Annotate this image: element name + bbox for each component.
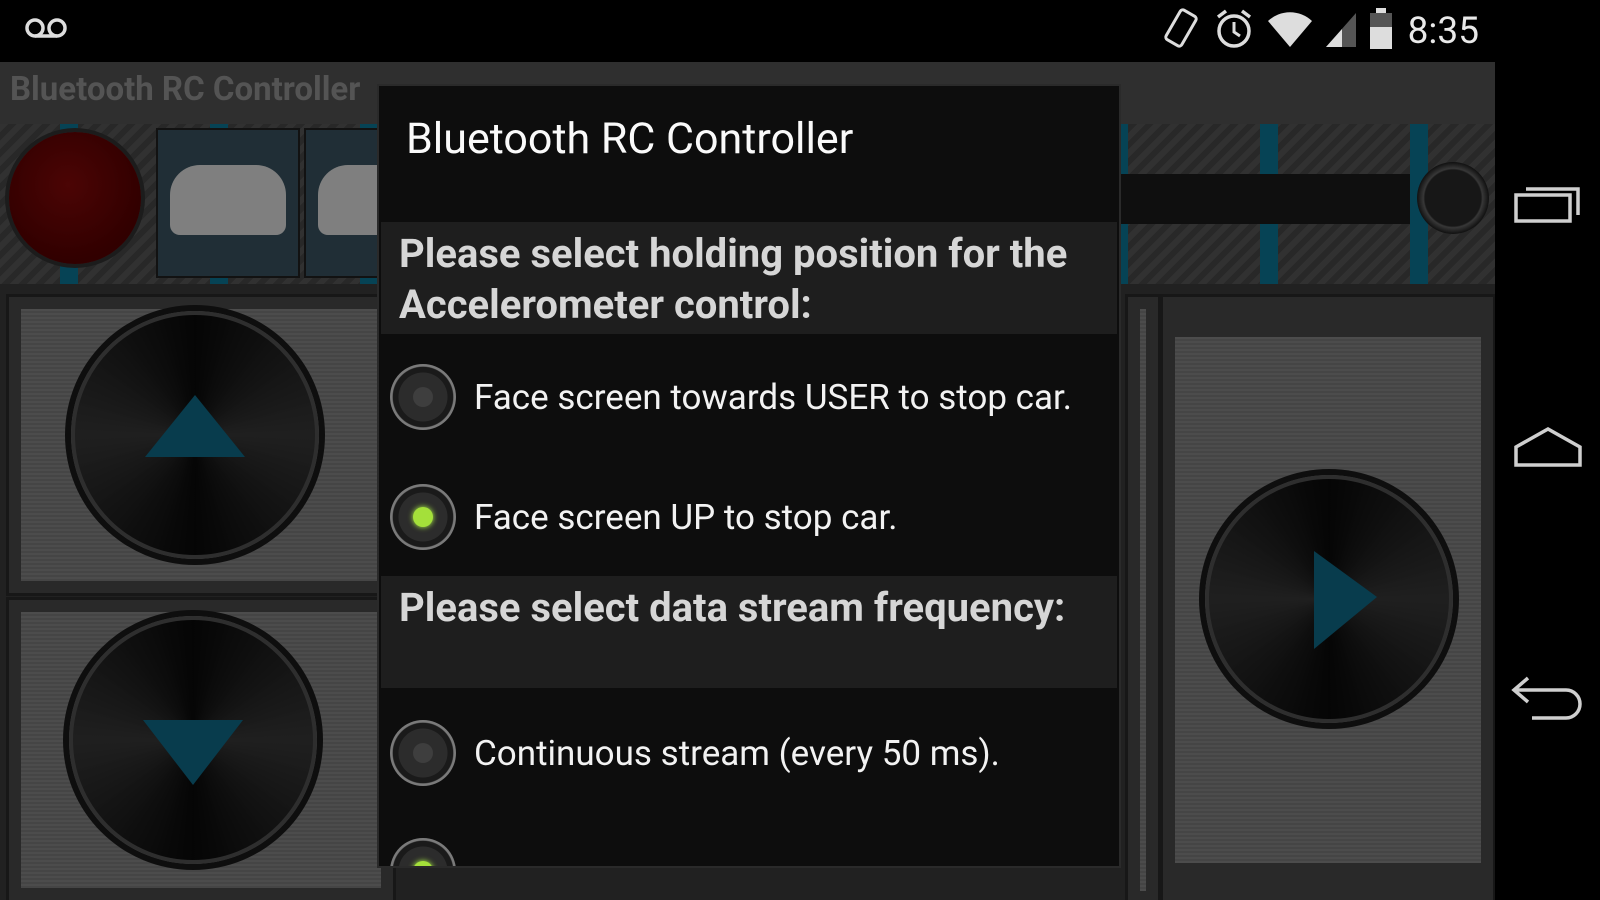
back-button[interactable]: [1495, 640, 1600, 750]
option-face-up[interactable]: Face screen UP to stop car.: [379, 464, 1119, 574]
option-label: Face screen towards USER to stop car.: [474, 377, 1073, 418]
holding-position-heading: Please select holding position for the A…: [381, 222, 1117, 334]
home-icon: [1513, 426, 1582, 467]
radio-continuous[interactable]: [390, 720, 456, 786]
voicemail-icon: [24, 14, 68, 46]
recent-apps-icon: [1513, 187, 1580, 223]
radio-face-up[interactable]: [390, 484, 456, 550]
recent-apps-button[interactable]: [1495, 148, 1600, 258]
option-label: Face screen UP to stop car.: [474, 497, 898, 538]
signal-icon: [1324, 9, 1358, 53]
radio-face-user[interactable]: [390, 364, 456, 430]
back-icon: [1510, 676, 1582, 720]
clock: 8:35: [1407, 9, 1479, 53]
dialog-title: Bluetooth RC Controller: [406, 114, 854, 164]
home-button[interactable]: [1495, 392, 1600, 502]
alarm-icon: [1212, 7, 1256, 55]
navigation-bar: [1495, 0, 1600, 900]
frequency-heading: Please select data stream frequency:: [381, 576, 1117, 688]
radio-on-change[interactable]: [390, 838, 456, 866]
status-bar: 8:35: [0, 0, 1495, 62]
settings-dialog: Bluetooth RC Controller Please select ho…: [377, 84, 1121, 868]
option-on-change[interactable]: [379, 818, 1119, 866]
battery-icon: [1368, 7, 1394, 55]
option-label: Continuous stream (every 50 ms).: [474, 733, 1000, 774]
wifi-icon: [1266, 9, 1314, 53]
option-continuous[interactable]: Continuous stream (every 50 ms).: [379, 700, 1119, 810]
option-face-user[interactable]: Face screen towards USER to stop car.: [379, 344, 1119, 454]
rotation-icon: [1160, 7, 1202, 55]
